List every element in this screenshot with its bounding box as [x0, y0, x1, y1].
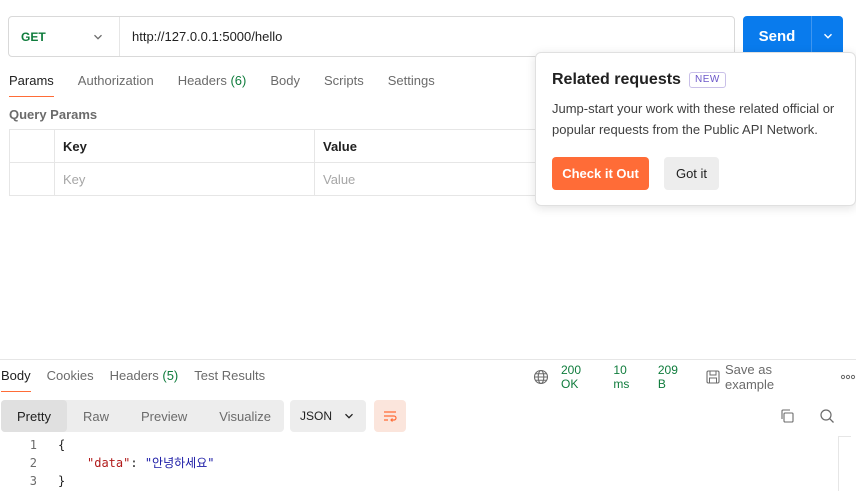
divider [0, 359, 856, 360]
response-meta: 200 OK 10 ms 209 B Save as example [533, 362, 856, 392]
save-icon[interactable] [705, 369, 721, 385]
language-select[interactable]: JSON [290, 400, 366, 432]
key-input[interactable]: Key [54, 162, 315, 196]
value-input[interactable]: Value [314, 162, 569, 196]
tab-body[interactable]: Body [270, 73, 300, 97]
json-value: "안녕하세요" [144, 456, 215, 470]
popover-description: Jump-start your work with these related … [552, 101, 835, 137]
request-url-bar: GET [8, 16, 735, 57]
popover-title: Related requests [552, 71, 681, 88]
format-raw[interactable]: Raw [67, 400, 125, 432]
tab-label: Scripts [323, 73, 364, 88]
tab-response-body[interactable]: Body [1, 368, 31, 392]
code-text: { [58, 438, 66, 452]
tab-cookies[interactable]: Cookies [47, 368, 94, 392]
related-requests-popover: Related requests NEW Jump-start your wor… [535, 52, 856, 206]
editor-scrollbar[interactable] [838, 436, 851, 491]
tab-label: Cookies [46, 368, 94, 383]
copy-icon[interactable] [779, 408, 795, 424]
value-column-header: Value [314, 129, 569, 163]
tab-label: Settings [387, 73, 435, 88]
request-tabs: Params Authorization Headers (6) Body Sc… [9, 73, 459, 97]
more-horizontal-icon[interactable] [840, 373, 856, 381]
row-checkbox-cell [9, 162, 55, 196]
send-button-group: Send [743, 16, 843, 57]
table-row: Key Value [9, 162, 569, 196]
format-pretty[interactable]: Pretty [1, 400, 67, 432]
json-separator: : [130, 456, 145, 470]
tab-authorization[interactable]: Authorization [78, 73, 154, 97]
tab-test-results[interactable]: Test Results [194, 368, 265, 392]
tab-headers[interactable]: Headers (6) [178, 73, 247, 97]
tab-params[interactable]: Params [9, 73, 54, 97]
tab-count: (5) [162, 368, 179, 383]
line-number: 3 [29, 474, 37, 488]
format-tabs: Pretty Raw Preview Visualize [1, 400, 284, 432]
wrap-lines-icon [382, 408, 398, 424]
json-key: "data" [87, 456, 131, 470]
new-badge: NEW [689, 72, 726, 88]
tab-response-headers[interactable]: Headers (5) [110, 368, 179, 392]
chevron-down-icon [93, 32, 103, 42]
tab-label: Headers [177, 73, 227, 88]
check-it-out-button[interactable]: Check it Out [552, 157, 649, 190]
tab-label: Test Results [194, 368, 266, 383]
tab-label: Authorization [77, 73, 154, 88]
status-code[interactable]: 200 OK [561, 363, 601, 391]
code-text: "data": "안녕하세요" [87, 454, 214, 472]
wrap-lines-button[interactable] [374, 400, 406, 432]
code-text: } [58, 474, 66, 488]
tab-scripts[interactable]: Scripts [324, 73, 364, 97]
language-label: JSON [300, 409, 333, 423]
response-size[interactable]: 209 B [658, 363, 689, 391]
method-select[interactable]: GET [9, 17, 120, 56]
checkbox-column-header [9, 129, 55, 163]
query-params-table: Key Value Key Value [9, 129, 569, 196]
search-icon[interactable] [819, 408, 835, 424]
chevron-down-icon [344, 411, 354, 421]
format-visualize[interactable]: Visualize [203, 400, 287, 432]
send-button[interactable]: Send [743, 16, 811, 57]
key-column-header: Key [54, 129, 315, 163]
tab-label: Body [270, 73, 300, 88]
tab-label: Params [9, 73, 54, 88]
table-header-row: Key Value [9, 129, 569, 163]
response-tabs: Body Cookies Headers (5) Test Results [1, 368, 281, 392]
tab-label: Headers [109, 368, 159, 383]
format-preview[interactable]: Preview [125, 400, 203, 432]
globe-icon[interactable] [533, 369, 549, 385]
line-number: 1 [29, 438, 37, 452]
line-number: 2 [29, 456, 37, 470]
got-it-button[interactable]: Got it [664, 157, 719, 190]
save-as-example-button[interactable]: Save as example [725, 362, 824, 392]
url-input[interactable] [120, 17, 734, 56]
query-params-title: Query Params [9, 107, 98, 122]
response-body-editor[interactable]: 1 { 2 "data": "안녕하세요" 3 } [0, 436, 838, 491]
response-time[interactable]: 10 ms [613, 363, 645, 391]
method-label: GET [21, 29, 46, 44]
tab-count: (6) [230, 73, 247, 88]
tab-label: Body [1, 368, 31, 383]
tab-settings[interactable]: Settings [388, 73, 435, 97]
send-dropdown-button[interactable] [811, 16, 843, 57]
chevron-down-icon [823, 29, 833, 44]
